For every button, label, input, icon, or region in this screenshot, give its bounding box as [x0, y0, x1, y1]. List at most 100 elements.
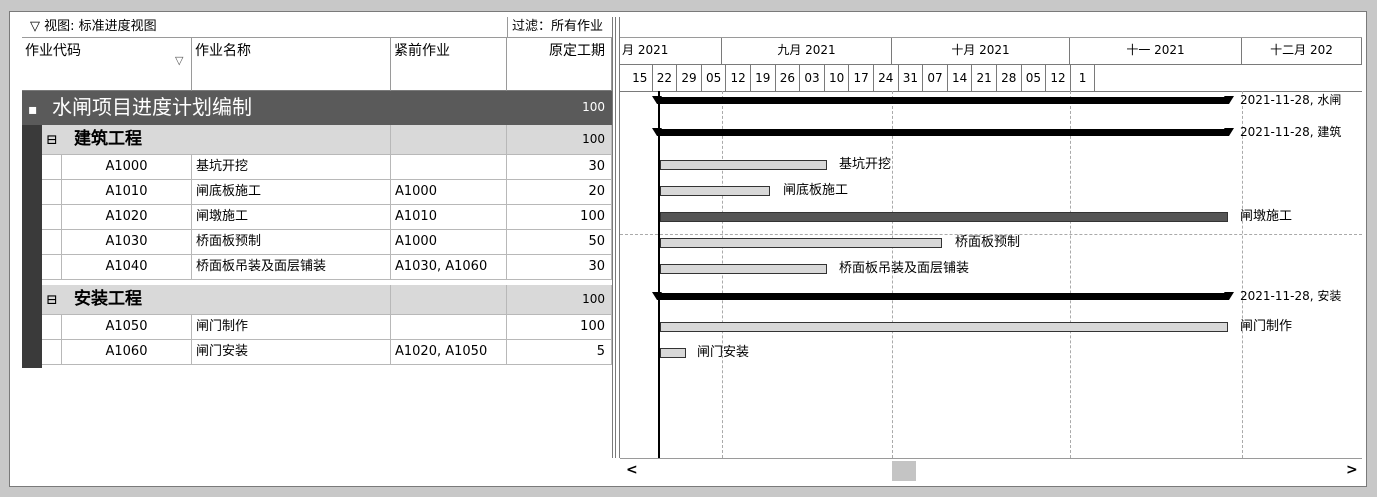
activity-bar[interactable] [660, 186, 770, 196]
table-row[interactable]: A1010 闸底板施工 A1000 20 [42, 180, 612, 205]
column-header-duration[interactable]: 原定工期 [507, 38, 612, 91]
group-row-install[interactable]: ⊟ 安装工程 100 [42, 285, 612, 315]
indent-stripe [22, 125, 42, 368]
activity-predecessors: A1000 [391, 230, 507, 255]
activity-bar[interactable] [660, 348, 686, 358]
collapse-group-icon[interactable]: ⊟ [42, 286, 74, 314]
project-summary-bar[interactable] [657, 97, 1229, 104]
activity-duration: 100 [507, 205, 612, 230]
activity-name: 闸门安装 [192, 340, 391, 365]
activity-duration: 50 [507, 230, 612, 255]
activity-duration: 30 [507, 155, 612, 180]
activity-predecessors: A1000 [391, 180, 507, 205]
group-duration: 100 [507, 125, 612, 155]
project-title: 水闸项目进度计划编制 [52, 95, 252, 119]
timeline-week: 29 [677, 65, 702, 91]
timeline-month: 十月 2021 [892, 38, 1070, 65]
activity-duration: 5 [507, 340, 612, 365]
collapse-project-icon[interactable]: ▪ [22, 94, 52, 124]
table-row[interactable]: A1000 基坑开挖 30 [42, 155, 612, 180]
timeline-week: 24 [874, 65, 899, 91]
timeline-week: 28 [997, 65, 1022, 91]
scroll-thumb[interactable] [892, 461, 916, 481]
filter-label: 过滤：所有作业 [512, 19, 604, 34]
timeline-month: 十一 2021 [1070, 38, 1242, 65]
column-header-code[interactable]: 作业代码 ▽ [22, 38, 192, 91]
activity-bar[interactable] [660, 212, 1228, 222]
activity-duration: 20 [507, 180, 612, 205]
group-title: 安装工程 [74, 289, 142, 309]
timeline-month: 十二月 202 [1242, 38, 1362, 65]
project-duration: 100 [507, 91, 612, 125]
column-header-duration-label: 原定工期 [549, 43, 605, 59]
table-row[interactable]: A1060 闸门安装 A1020, A1050 5 [42, 340, 612, 365]
pane-splitter[interactable] [612, 17, 620, 458]
sort-icon[interactable]: ▽ [175, 54, 183, 67]
activity-bar-label: 桥面板吊装及面层铺装 [839, 261, 970, 276]
activity-predecessors [391, 315, 507, 340]
timeline-month: 月 2021 [620, 38, 722, 65]
timeline-week: 22 [653, 65, 678, 91]
timeline-week: 1 [1071, 65, 1096, 91]
timeline-week: 15 [628, 65, 653, 91]
activity-code: A1000 [62, 155, 192, 180]
activity-name: 桥面板预制 [192, 230, 391, 255]
activity-name: 桥面板吊装及面层铺装 [192, 255, 391, 280]
table-row[interactable]: A1050 闸门制作 100 [42, 315, 612, 340]
timeline-week: 10 [825, 65, 850, 91]
column-header-code-label: 作业代码 [25, 43, 81, 59]
activity-predecessors: A1030, A1060 [391, 255, 507, 280]
timeline-week: 12 [1046, 65, 1071, 91]
project-row[interactable]: ▪ 水闸项目进度计划编制 100 [22, 91, 612, 125]
activity-code: A1040 [62, 255, 192, 280]
activity-code: A1030 [62, 230, 192, 255]
activity-bar[interactable] [660, 264, 827, 274]
collapse-group-icon[interactable]: ⊟ [42, 126, 74, 154]
activity-bar-label: 闸门安装 [697, 345, 750, 360]
timeline-week: 07 [923, 65, 948, 91]
group-row-building[interactable]: ⊟ 建筑工程 100 [42, 125, 612, 155]
activity-code: A1060 [62, 340, 192, 365]
activity-predecessors [391, 155, 507, 180]
column-header-pred-label: 紧前作业 [394, 43, 450, 59]
timeline-week: 05 [1022, 65, 1047, 91]
table-empty-area [22, 458, 612, 483]
activity-code: A1020 [62, 205, 192, 230]
horizontal-scrollbar[interactable]: < > [620, 458, 1362, 483]
timeline-week: 03 [800, 65, 825, 91]
timeline-week: 17 [849, 65, 874, 91]
activity-bar[interactable] [660, 238, 942, 248]
timeline-week: 21 [972, 65, 997, 91]
filter-selector[interactable]: 过滤：所有作业 [508, 17, 1362, 38]
gantt-chart: 月 2021 九月 2021 十月 2021 十一 2021 十二月 202 15 22 2… [620, 38, 1362, 458]
table-row[interactable]: A1040 桥面板吊装及面层铺装 A1030, A1060 30 [42, 255, 612, 280]
timeline-week: 14 [948, 65, 973, 91]
activity-code: A1010 [62, 180, 192, 205]
activity-name: 闸墩施工 [192, 205, 391, 230]
column-header-name[interactable]: 作业名称 [192, 38, 391, 91]
activity-bar-label: 桥面板预制 [955, 235, 1021, 250]
activity-name: 基坑开挖 [192, 155, 391, 180]
activity-bar-label: 基坑开挖 [839, 157, 892, 172]
scroll-right-icon[interactable]: > [1346, 462, 1358, 478]
activity-predecessors: A1010 [391, 205, 507, 230]
view-selector[interactable]: ▽ 视图: 标准进度视图 [22, 17, 508, 38]
activity-code: A1050 [62, 315, 192, 340]
table-row[interactable]: A1030 桥面板预制 A1000 50 [42, 230, 612, 255]
view-label: ▽ 视图: 标准进度视图 [30, 19, 157, 34]
activity-predecessors: A1020, A1050 [391, 340, 507, 365]
activity-bar-label: 闸门制作 [1240, 319, 1293, 334]
activity-bar[interactable] [660, 160, 827, 170]
timeline-week: 31 [899, 65, 924, 91]
timeline-week: 26 [776, 65, 801, 91]
activity-duration: 100 [507, 315, 612, 340]
group-summary-bar[interactable] [657, 129, 1229, 136]
group-summary-bar[interactable] [657, 293, 1229, 300]
activity-name: 闸底板施工 [192, 180, 391, 205]
project-finish-label: 2021-11-28, 水闸 [1240, 93, 1342, 107]
scroll-left-icon[interactable]: < [626, 462, 638, 478]
group-finish-label: 2021-11-28, 安装 [1240, 289, 1342, 303]
activity-bar[interactable] [660, 322, 1228, 332]
table-row[interactable]: A1020 闸墩施工 A1010 100 [42, 205, 612, 230]
column-header-pred[interactable]: 紧前作业 [391, 38, 507, 91]
